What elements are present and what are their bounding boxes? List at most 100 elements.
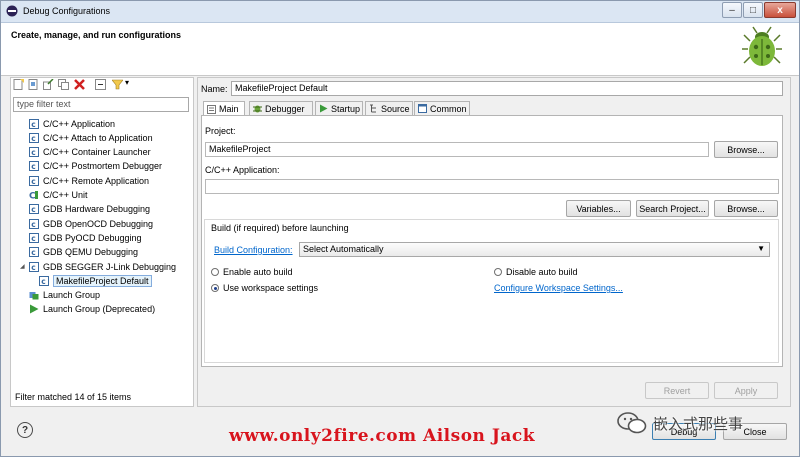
svg-text:c: c (31, 134, 35, 143)
tree-item[interactable]: ◢ c GDB SEGGER J-Link Debugging (20, 260, 176, 273)
tab-source-label: Source (381, 103, 410, 114)
tree-item-label: C/C++ Unit (43, 190, 88, 200)
project-browse-button[interactable]: Browse... (714, 141, 778, 158)
configure-workspace-settings-link[interactable]: Configure Workspace Settings... (494, 283, 623, 293)
tree-item-label: GDB Hardware Debugging (43, 204, 151, 215)
watermark-wechat: 嵌入式那些事 (617, 412, 743, 434)
tree-item[interactable]: C C/C++ Unit (29, 189, 88, 202)
tree-item[interactable]: c GDB PyOCD Debugging (29, 231, 142, 244)
disable-auto-build-label: Disable auto build (506, 267, 578, 277)
build-group-title: Build (if required) before launching (211, 223, 349, 233)
tree-item[interactable]: c GDB OpenOCD Debugging (29, 217, 153, 230)
dialog-header: Create, manage, and run configurations (1, 23, 799, 76)
radio-dot (211, 268, 219, 276)
c-app-icon: c (29, 118, 39, 129)
new-configuration-icon[interactable] (13, 79, 24, 90)
common-tab-icon (418, 104, 427, 113)
tree-item[interactable]: Launch Group (29, 289, 100, 302)
c-unit-icon: C (29, 191, 38, 200)
filter-dropdown-arrow-icon[interactable]: ▾ (125, 78, 129, 87)
tree-item[interactable]: c GDB Hardware Debugging (29, 203, 150, 216)
application-input[interactable] (205, 179, 779, 194)
svg-text:c: c (31, 162, 35, 171)
tree-item[interactable]: Launch Group (Deprecated) (29, 303, 155, 316)
expand-arrow-icon[interactable]: ◢ (20, 263, 25, 270)
window-title: Debug Configurations (23, 6, 111, 16)
export-icon[interactable] (43, 79, 54, 90)
search-project-button[interactable]: Search Project... (636, 200, 709, 217)
tree-item-label: C/C++ Attach to Application (43, 132, 153, 143)
tab-common[interactable]: Common (414, 101, 470, 115)
c-app-icon: c (29, 218, 39, 229)
tree-item[interactable]: c C/C++ Postmortem Debugger (29, 160, 162, 173)
filter-icon[interactable] (112, 79, 123, 90)
wechat-icon (617, 412, 647, 434)
launch-group-icon (29, 292, 39, 300)
configuration-toolbar: ▾ (11, 78, 191, 93)
filter-input[interactable]: type filter text (13, 97, 189, 112)
build-configuration-select[interactable]: Select Automatically ▼ (299, 242, 770, 257)
svg-text:c: c (31, 177, 35, 186)
svg-text:c: c (41, 277, 45, 286)
configuration-name-input[interactable]: MakefileProject Default (231, 81, 783, 96)
tab-common-label: Common (430, 103, 467, 114)
configuration-tree: c C/C++ Application c C/C++ Attach to Appli… (20, 117, 191, 323)
apply-button[interactable]: Apply (714, 382, 778, 399)
help-icon[interactable]: ? (17, 422, 33, 438)
disable-auto-build-radio[interactable]: Disable auto build (494, 267, 578, 277)
tree-item-label: C/C++ Container Launcher (43, 147, 151, 158)
tree-item[interactable]: c C/C++ Remote Application (29, 174, 149, 187)
minimize-button[interactable]: – (722, 2, 742, 18)
source-tab-icon (370, 104, 376, 113)
svg-text:c: c (31, 220, 35, 229)
variables-button[interactable]: Variables... (566, 200, 631, 217)
tree-item-label: C/C++ Application (43, 118, 116, 129)
tree-item-label: C/C++ Remote Application (43, 175, 150, 186)
new-prototype-icon[interactable] (28, 79, 39, 90)
use-workspace-settings-radio[interactable]: Use workspace settings (211, 283, 318, 293)
tab-startup-label: Startup (331, 103, 361, 114)
title-bar: Debug Configurations – □ x (1, 1, 799, 23)
eclipse-app-icon (6, 5, 18, 17)
close-window-button[interactable]: x (764, 2, 796, 18)
tree-item-label: GDB OpenOCD Debugging (43, 218, 154, 229)
duplicate-icon[interactable] (58, 79, 69, 90)
svg-text:c: c (31, 205, 35, 214)
run-icon (30, 304, 39, 314)
debug-configurations-window: Debug Configurations – □ x Create, manag… (0, 0, 800, 457)
project-label: Project: (205, 126, 236, 136)
tree-item-label: MakefileProject Default (53, 274, 152, 287)
c-app-icon: c (29, 161, 39, 172)
tab-main-label: Main (219, 104, 239, 114)
tab-source[interactable]: Source (365, 101, 413, 115)
collapse-all-icon[interactable] (95, 79, 106, 90)
name-label: Name: (201, 84, 228, 94)
c-app-icon: c (29, 247, 39, 258)
svg-text:c: c (31, 148, 35, 157)
delete-icon[interactable] (74, 79, 85, 90)
bug-icon (742, 26, 782, 66)
tab-debugger[interactable]: Debugger (249, 101, 313, 115)
enable-auto-build-radio[interactable]: Enable auto build (211, 267, 293, 277)
tree-item[interactable]: c C/C++ Container Launcher (29, 146, 151, 159)
tab-startup[interactable]: Startup (315, 101, 363, 115)
tree-item[interactable]: c C/C++ Application (29, 117, 115, 130)
tree-item-label: Launch Group (43, 290, 101, 301)
project-input[interactable]: MakefileProject (205, 142, 709, 157)
maximize-button[interactable]: □ (743, 2, 763, 18)
tree-item[interactable]: c C/C++ Attach to Application (29, 131, 153, 144)
application-browse-button[interactable]: Browse... (714, 200, 778, 217)
configuration-tabs: Main Debugger Startup Source Common (201, 101, 783, 116)
c-app-icon: c (29, 232, 39, 243)
use-workspace-settings-label: Use workspace settings (223, 283, 319, 293)
tab-main[interactable]: Main (203, 101, 245, 116)
c-app-icon: c (29, 175, 39, 186)
build-configuration-link[interactable]: Build Configuration: (214, 245, 293, 255)
enable-auto-build-label: Enable auto build (223, 267, 293, 277)
debugger-tab-icon (253, 105, 262, 113)
c-app-icon: c (29, 132, 39, 143)
tree-item[interactable]: c MakefileProject Default (39, 274, 152, 287)
tree-item[interactable]: c GDB QEMU Debugging (29, 246, 138, 259)
revert-button[interactable]: Revert (645, 382, 709, 399)
svg-text:c: c (31, 263, 35, 272)
